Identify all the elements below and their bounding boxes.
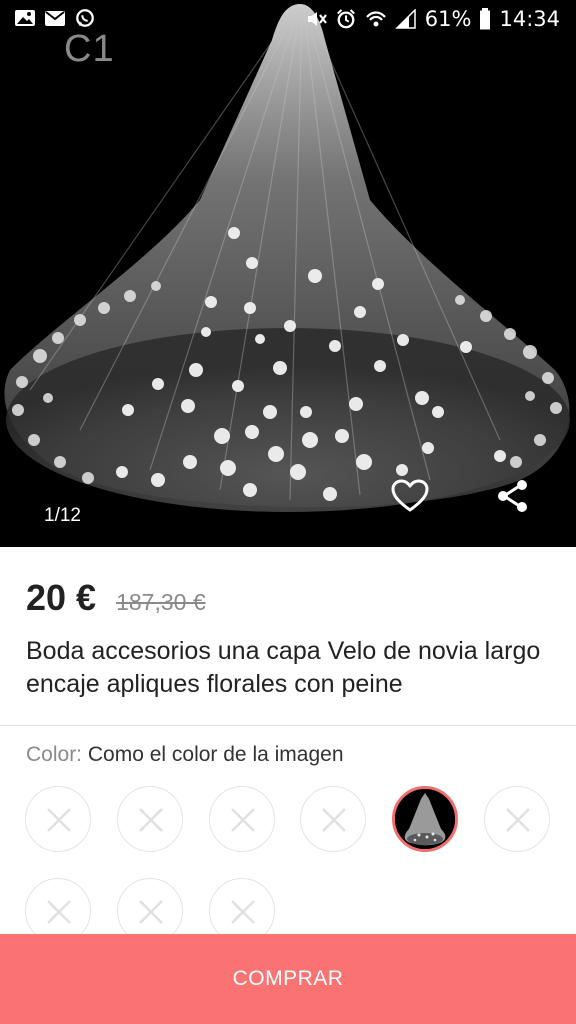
current-price: 20 €: [26, 577, 97, 618]
buy-button[interactable]: COMPRAR: [0, 934, 576, 1024]
heart-outline-icon: [391, 479, 429, 512]
close-icon: [47, 808, 71, 832]
color-swatch-unavailable[interactable]: [209, 786, 275, 852]
close-icon: [139, 808, 163, 832]
favorite-button[interactable]: [390, 477, 430, 515]
color-swatch-unavailable[interactable]: [117, 786, 183, 852]
battery-icon: [480, 8, 491, 30]
share-icon: [498, 480, 527, 512]
color-selector-label: Color: Como el color de la imagen: [26, 743, 344, 767]
product-photo-veil: [4, 4, 570, 512]
mute-icon: [307, 12, 327, 26]
color-swatch-selected[interactable]: [392, 786, 458, 852]
price-row: 20 € 187,30 €: [26, 577, 206, 619]
clock: 14:34: [499, 7, 560, 31]
color-swatch-unavailable[interactable]: [300, 786, 366, 852]
color-label-value: Como el color de la imagen: [87, 743, 344, 766]
status-bar: 61% 14:34: [0, 0, 576, 38]
wifi-icon: [365, 11, 386, 27]
close-icon: [506, 808, 530, 832]
email-icon: [45, 11, 65, 26]
product-title: Boda accesorios una capa Velo de novia l…: [26, 637, 541, 698]
image-page-counter: 1/12: [44, 505, 81, 526]
close-icon: [231, 808, 255, 832]
product-image-gallery[interactable]: C1 1/12: [0, 0, 576, 547]
battery-percent: 61%: [424, 7, 472, 31]
gallery-icon: [15, 10, 35, 26]
color-label-key: Color:: [26, 743, 83, 766]
share-button[interactable]: [494, 477, 532, 515]
close-icon: [322, 808, 346, 832]
veil-thumbnail: [395, 789, 455, 849]
original-price: 187,30 €: [116, 589, 206, 615]
signal-icon: [394, 9, 416, 29]
alarm-icon: [336, 9, 355, 29]
section-divider: [0, 725, 576, 726]
color-swatch-unavailable[interactable]: [484, 786, 550, 852]
whatsapp-icon: [76, 9, 94, 27]
product-info: 20 € 187,30 € Boda accesorios una capa V…: [0, 547, 576, 725]
color-swatch-unavailable[interactable]: [25, 786, 91, 852]
